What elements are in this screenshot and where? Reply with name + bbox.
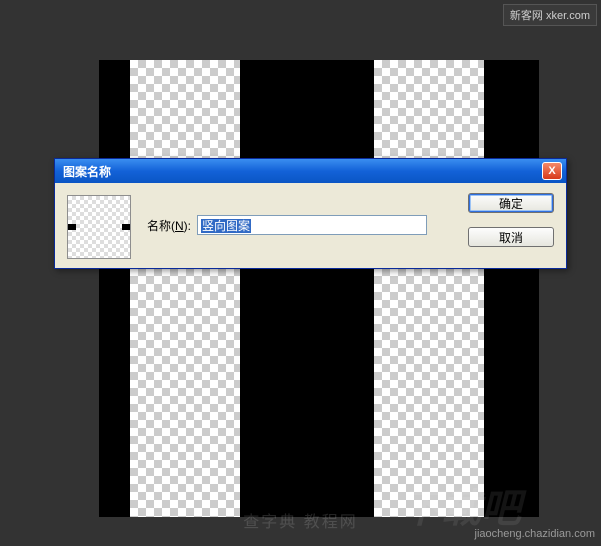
close-button[interactable]: X (542, 162, 562, 180)
watermark-url: jiaocheng.chazidian.com (475, 528, 595, 540)
canvas-area (99, 60, 539, 517)
pattern-name-dialog: 图案名称 X 名称(N): 竖向图案 确定 取消 (54, 158, 567, 269)
cancel-button[interactable]: 取消 (468, 227, 554, 247)
dialog-buttons: 确定 取消 (468, 193, 554, 247)
dialog-titlebar[interactable]: 图案名称 X (55, 159, 566, 183)
source-badge: 新客网 xker.com (503, 4, 597, 26)
ok-button[interactable]: 确定 (468, 193, 554, 213)
close-icon: X (548, 165, 555, 177)
preview-line (67, 224, 131, 230)
dialog-title: 图案名称 (63, 163, 111, 180)
dialog-body: 名称(N): 竖向图案 确定 取消 (55, 183, 566, 268)
transparent-stripe-2 (374, 60, 484, 517)
name-label: 名称(N): (147, 217, 191, 234)
transparent-stripe-1 (130, 60, 240, 517)
pattern-name-input[interactable]: 竖向图案 (197, 215, 427, 235)
watermark-big: 下载吧 (401, 476, 521, 534)
watermark-center: 查字典 教程网 (243, 508, 357, 532)
pattern-preview (67, 195, 131, 259)
name-row: 名称(N): 竖向图案 (147, 215, 427, 235)
